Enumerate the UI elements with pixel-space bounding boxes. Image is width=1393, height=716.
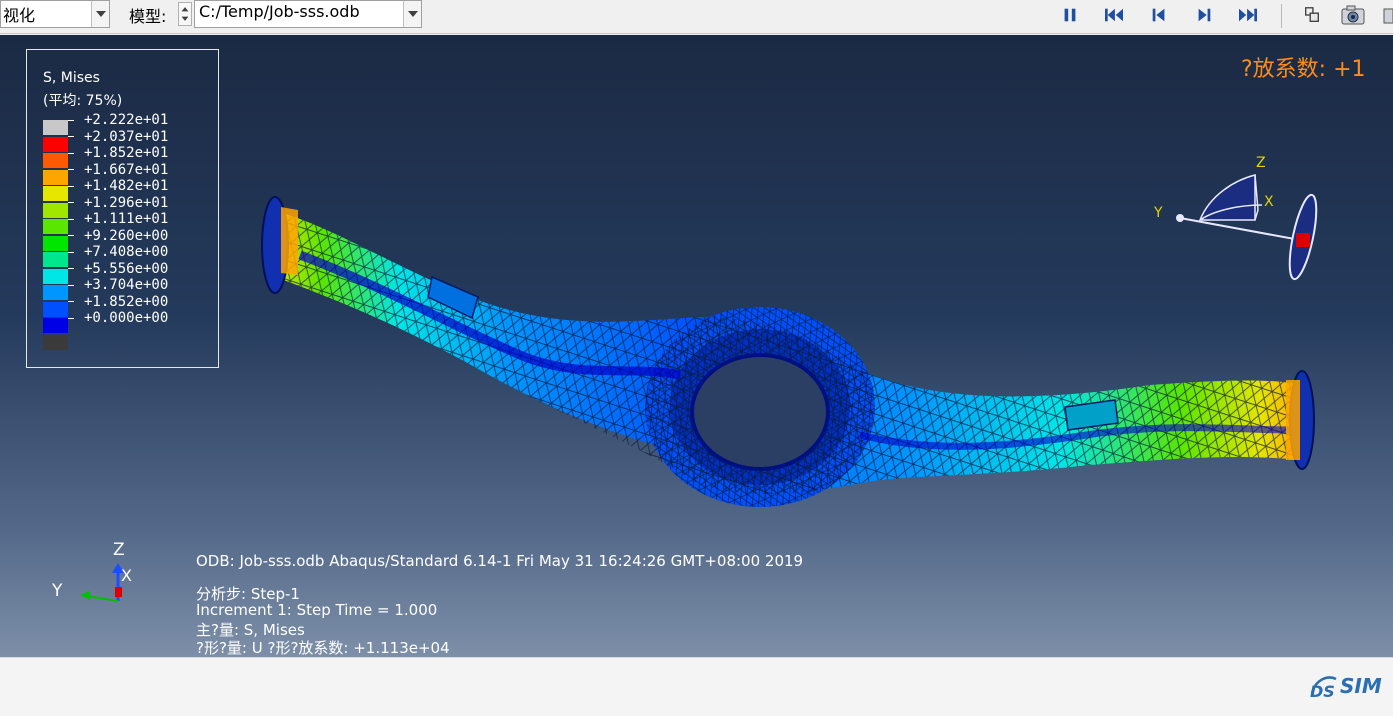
legend-swatch [43, 136, 68, 152]
legend-label: +1.852e+00 [84, 293, 169, 310]
legend-label: +3.704e+00 [84, 277, 169, 293]
mini-axis-y-label: Y [51, 581, 63, 601]
part-mesh[interactable] [261, 196, 1315, 507]
legend-tick [68, 152, 74, 154]
legend-swatch [43, 252, 68, 267]
global-axes-triad: Z Y X [51, 540, 132, 602]
mini-axis-z-label: Z [113, 540, 125, 560]
toolbar-separator [1281, 4, 1282, 28]
legend-swatch [43, 334, 68, 350]
previous-frame-icon[interactable] [1146, 2, 1172, 28]
copy-viewport-icon[interactable] [1299, 2, 1325, 28]
legend-tick [68, 169, 74, 170]
context-toolbar: 视化 模型: C:/Temp/Job-sss.odb [0, 0, 1393, 34]
chevron-down-icon[interactable] [91, 1, 109, 27]
legend-tick [68, 284, 74, 286]
legend-swatch [43, 153, 68, 168]
legend-label: +1.482e+01 [84, 178, 169, 194]
info-odb-line: ODB: Job-sss.odb Abaqus/Standard 6.14-1 … [196, 552, 804, 570]
legend-swatch [43, 268, 68, 284]
legend-label: +1.852e+01 [84, 145, 169, 161]
legend-title: S, Mises [43, 70, 100, 86]
status-bar: DS SIM [0, 657, 1393, 716]
legend-label: +2.037e+01 [84, 128, 169, 145]
last-frame-icon[interactable] [1235, 2, 1261, 28]
legend-subtitle: (平均: 75%) [43, 93, 123, 109]
pause-icon[interactable] [1057, 2, 1083, 28]
legend-label: +1.296e+01 [84, 194, 169, 211]
abaqus-viewer-window: 视化 模型: C:/Temp/Job-sss.odb Z Y X Z Y X S… [0, 0, 1393, 716]
view-orientation-triad[interactable]: Z Y X [1153, 155, 1322, 281]
legend-tick [68, 202, 74, 203]
info-deformed-variable-line: ?形?量: U ?形?放系数: +1.113e+04 [196, 639, 450, 657]
simulia-logo: DS SIM [1306, 666, 1382, 706]
legend-swatch [43, 301, 68, 317]
legend-swatch [43, 169, 68, 185]
triad-x-label: X [1264, 194, 1274, 210]
legend-label: +5.556e+00 [84, 260, 169, 277]
legend-tick [68, 235, 74, 236]
info-increment-line: Increment 1: Step Time = 1.000 [196, 601, 438, 619]
legend-tick [68, 185, 74, 187]
model-combobox[interactable]: C:/Temp/Job-sss.odb [194, 0, 422, 28]
triad-z-label: Z [1256, 155, 1266, 171]
camera-icon[interactable] [1340, 2, 1366, 28]
first-frame-icon[interactable] [1101, 2, 1127, 28]
legend-label: +2.222e+01 [84, 112, 169, 128]
legend-label: +9.260e+00 [84, 227, 169, 244]
triad-y-label: Y [1153, 205, 1163, 221]
legend-swatch [43, 202, 68, 218]
legend-label: +7.408e+00 [84, 244, 169, 260]
legend-swatch [43, 235, 68, 251]
legend-tick [68, 317, 74, 319]
module-label: 视化 [3, 6, 36, 25]
legend-swatch [43, 219, 68, 234]
logo-text: SIM [1340, 674, 1382, 698]
chevron-down-icon[interactable] [403, 1, 421, 27]
graphics-viewport[interactable]: Z Y X Z Y X S, Mises (平均: 75%) +2.222e+0… [0, 35, 1393, 657]
model-label: 模型: [129, 7, 167, 26]
next-frame-icon[interactable] [1191, 2, 1217, 28]
model-value: C:/Temp/Job-sss.odb [199, 2, 360, 21]
legend-swatch [43, 285, 68, 300]
legend-label: +1.667e+01 [84, 161, 169, 178]
contour-legend[interactable]: S, Mises (平均: 75%) +2.222e+01 +2.037e+01 +… [26, 49, 219, 368]
mini-axis-x-label: X [121, 566, 132, 585]
legend-label: +1.111e+01 [84, 211, 169, 227]
legend-tick [68, 268, 74, 269]
legend-tick [68, 218, 74, 220]
legend-swatch [43, 120, 68, 135]
legend-swatch [43, 318, 68, 333]
legend-tick [68, 251, 74, 253]
legend-tick [68, 301, 74, 302]
model-spinner[interactable] [178, 2, 192, 26]
module-combobox[interactable]: 视化 [0, 0, 110, 28]
legend-swatch [43, 186, 68, 201]
ds-logo-icon: DS [1310, 676, 1337, 701]
toolbar-overflow-icon[interactable] [1382, 2, 1393, 28]
legend-label: +0.000e+00 [84, 310, 169, 326]
legend-tick [68, 119, 74, 121]
legend-tick [68, 136, 74, 137]
deformation-scale-text: ?放系数: +1 [1241, 57, 1366, 82]
svg-text:DS: DS [1310, 682, 1335, 701]
